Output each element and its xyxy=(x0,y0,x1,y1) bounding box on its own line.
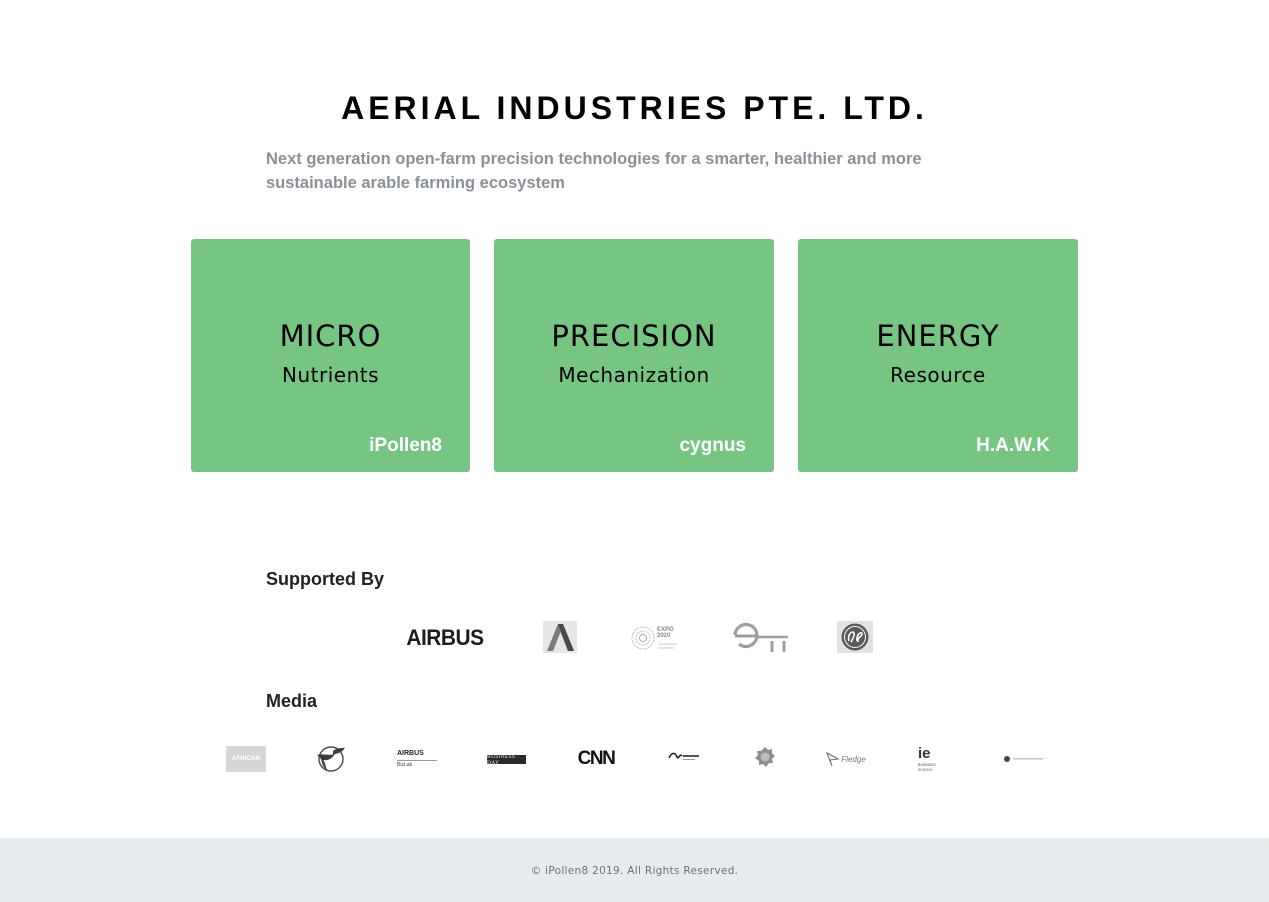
business-day-text: BUSINESS DAY xyxy=(487,753,516,766)
ie-text: ie xyxy=(918,744,931,762)
media-heading: Media xyxy=(266,691,318,711)
card-heading: MICRO xyxy=(279,319,382,353)
fledge-text: Fledge xyxy=(841,754,866,764)
card-heading: PRECISION xyxy=(551,319,717,353)
bird-media-logo xyxy=(313,743,349,775)
footer: © iPollen8 2019. All Rights Reserved. xyxy=(0,838,1269,902)
card-micro-nutrients[interactable]: MICRO Nutrients iPollen8 xyxy=(191,239,470,472)
card-precision-mechanization[interactable]: PRECISION Mechanization cygnus xyxy=(494,239,774,472)
card-subheading: Nutrients xyxy=(282,363,379,387)
fledge-logo: Fledge xyxy=(826,750,866,768)
airbus-bizlab-sub: BizLab xyxy=(397,762,413,768)
card-subheading: Mechanization xyxy=(558,363,710,387)
a-logo xyxy=(543,621,577,653)
airbus-bizlab-top: AIRBUS xyxy=(397,750,424,757)
page-title: AERIAL INDUSTRIES PTE. LTD. xyxy=(341,90,928,126)
card-heading: ENERGY xyxy=(876,319,1000,353)
ie-sub-text: BUSINESS SCHOOL xyxy=(918,762,936,772)
e-logo xyxy=(733,621,789,653)
card-subheading: Resource xyxy=(890,363,986,387)
ge-logo xyxy=(837,621,873,653)
expo-line-2: 2020 xyxy=(657,633,671,639)
footer-copyright: © iPollen8 2019. All Rights Reserved. xyxy=(530,865,739,877)
bizlab-divider xyxy=(397,760,437,761)
cnn-logo: CNN xyxy=(577,748,616,769)
card-brand-label: iPollen8 xyxy=(369,435,442,456)
african-media-logo: AFRICAN xyxy=(226,746,266,772)
airbus-logo: AIRBUS xyxy=(406,625,484,650)
expo-2020-logo: EXPO 2020 xyxy=(630,622,680,654)
business-day-logo: BUSINESS DAY xyxy=(487,753,526,766)
airbus-bizlab-logo: AIRBUS BizLab xyxy=(397,747,437,771)
card-brand-label: H.A.W.K xyxy=(976,435,1050,456)
supported-by-heading: Supported By xyxy=(266,569,385,589)
card-brand-label: cygnus xyxy=(679,435,746,456)
badge-media-logo xyxy=(754,746,776,768)
wave-media-logo xyxy=(668,750,700,764)
ie-business-school-logo: ie BUSINESS SCHOOL xyxy=(918,746,950,772)
card-energy-resource[interactable]: ENERGY Resource H.A.W.K xyxy=(798,239,1078,472)
african-logo-text: AFRICAN xyxy=(231,756,261,762)
small-media-logo xyxy=(1003,754,1045,764)
page-subtitle: Next generation open-farm precision tech… xyxy=(266,150,922,192)
